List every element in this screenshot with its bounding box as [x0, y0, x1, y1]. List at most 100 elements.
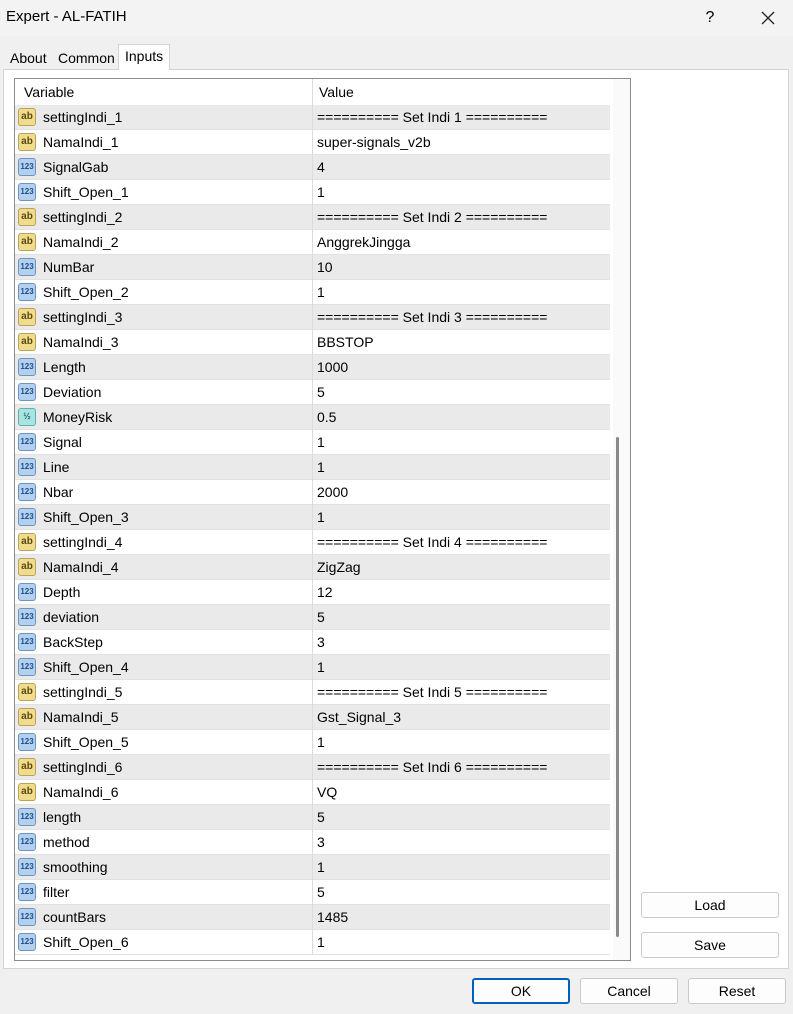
- tab-inputs[interactable]: Inputs: [118, 44, 171, 70]
- table-row[interactable]: ab settingIndi_1 ========== Set Indi 1 ===…: [15, 105, 610, 130]
- variable-value[interactable]: Gst_Signal_3: [317, 709, 401, 725]
- variable-name: settingIndi_4: [43, 534, 123, 550]
- variable-value[interactable]: ========== Set Indi 5 ==========: [317, 684, 547, 700]
- grid-header: Variable Value: [15, 79, 610, 105]
- type-icon-glyph: ab: [21, 786, 33, 797]
- variable-value[interactable]: 5: [317, 609, 325, 625]
- variable-value[interactable]: 4: [317, 159, 325, 175]
- table-row[interactable]: ab NamaIndi_5 Gst_Signal_3: [15, 705, 610, 730]
- table-row[interactable]: 123 Shift_Open_5 1: [15, 730, 610, 755]
- type-icon-glyph: 123: [20, 262, 34, 271]
- table-row[interactable]: 123 SignalGab 4: [15, 155, 610, 180]
- load-button[interactable]: Load: [641, 892, 779, 918]
- string-type-icon: ab: [18, 758, 36, 776]
- type-icon-glyph: 123: [20, 862, 34, 871]
- variable-value[interactable]: ========== Set Indi 3 ==========: [317, 309, 547, 325]
- reset-button[interactable]: Reset: [688, 978, 786, 1004]
- table-row[interactable]: 123 Length 1000: [15, 355, 610, 380]
- table-row[interactable]: 123 BackStep 3: [15, 630, 610, 655]
- column-divider: [312, 180, 313, 205]
- variable-value[interactable]: BBSTOP: [317, 334, 374, 350]
- close-button[interactable]: [750, 4, 786, 32]
- table-row[interactable]: 123 NumBar 10: [15, 255, 610, 280]
- table-row[interactable]: 123 method 3: [15, 830, 610, 855]
- table-row[interactable]: ab NamaIndi_6 VQ: [15, 780, 610, 805]
- table-row[interactable]: 123 Shift_Open_3 1: [15, 505, 610, 530]
- table-row[interactable]: ab settingIndi_4 ========== Set Indi 4 ===…: [15, 530, 610, 555]
- cancel-button[interactable]: Cancel: [580, 978, 678, 1004]
- column-divider: [312, 855, 313, 880]
- variable-value[interactable]: 1000: [317, 359, 348, 375]
- table-row[interactable]: 123 Line 1: [15, 455, 610, 480]
- variable-value[interactable]: 3: [317, 834, 325, 850]
- variable-value[interactable]: 3: [317, 634, 325, 650]
- variable-value[interactable]: 2000: [317, 484, 348, 500]
- variable-value[interactable]: ZigZag: [317, 559, 361, 575]
- header-value[interactable]: Value: [319, 84, 354, 100]
- int-type-icon: 123: [18, 183, 36, 201]
- table-row[interactable]: 123 length 5: [15, 805, 610, 830]
- table-row[interactable]: 123 Shift_Open_4 1: [15, 655, 610, 680]
- table-row[interactable]: ab settingIndi_2 ========== Set Indi 2 ===…: [15, 205, 610, 230]
- variable-value[interactable]: 1: [317, 659, 325, 675]
- variable-value[interactable]: ========== Set Indi 4 ==========: [317, 534, 547, 550]
- variable-value[interactable]: super-signals_v2b: [317, 134, 431, 150]
- table-row[interactable]: 123 Shift_Open_6 1: [15, 930, 610, 955]
- column-divider: [312, 380, 313, 405]
- table-row[interactable]: 123 Depth 12: [15, 580, 610, 605]
- variable-value[interactable]: 1: [317, 284, 325, 300]
- int-type-icon: 123: [18, 483, 36, 501]
- variable-value[interactable]: 1: [317, 509, 325, 525]
- variable-value[interactable]: ========== Set Indi 6 ==========: [317, 759, 547, 775]
- variable-value[interactable]: 1: [317, 859, 325, 875]
- variable-value[interactable]: VQ: [317, 784, 337, 800]
- tab-about[interactable]: About: [4, 47, 53, 70]
- tab-common[interactable]: Common: [52, 47, 121, 70]
- variable-value[interactable]: 5: [317, 384, 325, 400]
- variable-value[interactable]: 1: [317, 434, 325, 450]
- variable-value[interactable]: 10: [317, 259, 333, 275]
- table-row[interactable]: 123 Shift_Open_1 1: [15, 180, 610, 205]
- table-row[interactable]: 123 Shift_Open_2 1: [15, 280, 610, 305]
- table-row[interactable]: 123 Signal 1: [15, 430, 610, 455]
- table-row[interactable]: 123 deviation 5: [15, 605, 610, 630]
- variable-name: NamaIndi_6: [43, 784, 119, 800]
- variable-value[interactable]: 0.5: [317, 409, 336, 425]
- table-row[interactable]: ½ MoneyRisk 0.5: [15, 405, 610, 430]
- header-divider[interactable]: [312, 79, 313, 105]
- header-variable[interactable]: Variable: [24, 84, 74, 100]
- variable-name: Length: [43, 359, 86, 375]
- table-row[interactable]: 123 Deviation 5: [15, 380, 610, 405]
- variable-value[interactable]: 1485: [317, 909, 348, 925]
- table-row[interactable]: ab settingIndi_3 ========== Set Indi 3 ===…: [15, 305, 610, 330]
- type-icon-glyph: 123: [20, 587, 34, 596]
- table-row[interactable]: 123 countBars 1485: [15, 905, 610, 930]
- table-row[interactable]: ab NamaIndi_3 BBSTOP: [15, 330, 610, 355]
- variable-value[interactable]: 1: [317, 184, 325, 200]
- variable-value[interactable]: 5: [317, 884, 325, 900]
- inputs-panel: Variable Value ab settingIndi_1 ==========…: [3, 69, 789, 969]
- variable-value[interactable]: 5: [317, 809, 325, 825]
- variable-value[interactable]: AnggrekJingga: [317, 234, 410, 250]
- table-row[interactable]: ab settingIndi_5 ========== Set Indi 5 ===…: [15, 680, 610, 705]
- variable-value[interactable]: ========== Set Indi 2 ==========: [317, 209, 547, 225]
- variable-name: settingIndi_2: [43, 209, 123, 225]
- variable-value[interactable]: 1: [317, 459, 325, 475]
- variable-name: Shift_Open_2: [43, 284, 129, 300]
- ok-button[interactable]: OK: [472, 978, 570, 1004]
- variable-value[interactable]: ========== Set Indi 1 ==========: [317, 109, 547, 125]
- table-row[interactable]: ab NamaIndi_1 super-signals_v2b: [15, 130, 610, 155]
- variable-value[interactable]: 1: [317, 734, 325, 750]
- save-button[interactable]: Save: [641, 932, 779, 958]
- table-row[interactable]: 123 smoothing 1: [15, 855, 610, 880]
- table-row[interactable]: ab NamaIndi_2 AnggrekJingga: [15, 230, 610, 255]
- table-row[interactable]: 123 filter 5: [15, 880, 610, 905]
- table-row[interactable]: ab NamaIndi_4 ZigZag: [15, 555, 610, 580]
- scrollbar-thumb[interactable]: [616, 437, 619, 937]
- table-row[interactable]: 123 Nbar 2000: [15, 480, 610, 505]
- help-button[interactable]: ?: [692, 4, 728, 32]
- variable-value[interactable]: 12: [317, 584, 333, 600]
- variable-value[interactable]: 1: [317, 934, 325, 950]
- variable-name: BackStep: [43, 634, 103, 650]
- table-row[interactable]: ab settingIndi_6 ========== Set Indi 6 ===…: [15, 755, 610, 780]
